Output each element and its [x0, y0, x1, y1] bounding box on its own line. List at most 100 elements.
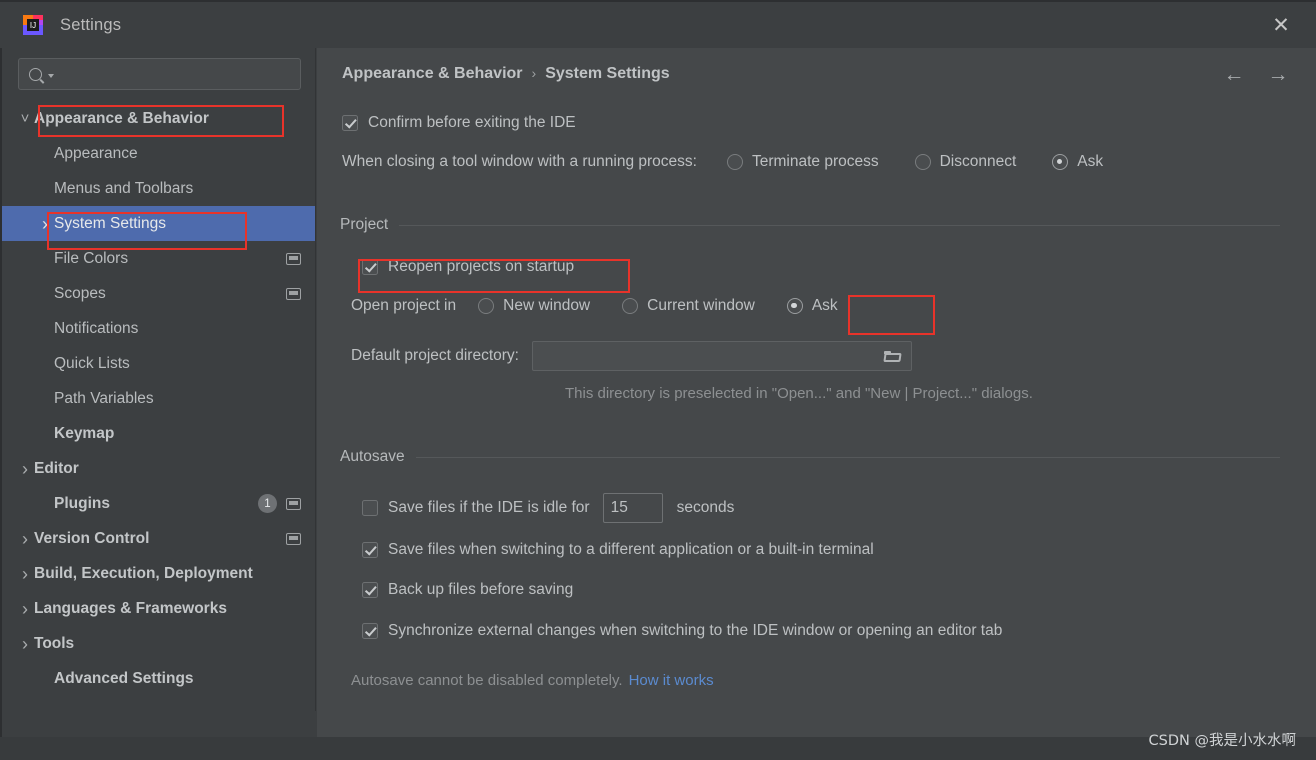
autosave-option-checkbox[interactable]: [362, 582, 378, 598]
sidebar-item-keymap[interactable]: Keymap: [2, 416, 315, 451]
sidebar-item-build-execution-deployment[interactable]: Build, Execution, Deployment: [2, 556, 315, 591]
chevron-down-icon[interactable]: [16, 111, 34, 126]
breadcrumb: Appearance & Behavior › System Settings: [342, 65, 670, 83]
svg-text:IJ: IJ: [30, 21, 36, 30]
sidebar-item-label: System Settings: [54, 214, 166, 232]
default-directory-hint: This directory is preselected in "Open..…: [565, 385, 1033, 402]
sidebar-item-label: Appearance & Behavior: [34, 109, 209, 127]
sidebar-item-label: Path Variables: [54, 389, 154, 407]
sidebar-item-appearance-behavior[interactable]: Appearance & Behavior: [2, 101, 315, 136]
radio-button-icon[interactable]: [478, 298, 495, 314]
chevron-right-icon[interactable]: [16, 600, 34, 618]
chevron-right-icon[interactable]: [16, 635, 34, 653]
confirm-exit-checkbox[interactable]: [342, 115, 358, 131]
search-box[interactable]: [18, 58, 301, 90]
sidebar-item-advanced-settings[interactable]: Advanced Settings: [2, 661, 315, 696]
autosave-option-row: Synchronize external changes when switch…: [362, 622, 1002, 640]
autosave-idle-checkbox[interactable]: [362, 500, 378, 516]
reopen-projects-checkbox[interactable]: [362, 259, 378, 275]
settings-sidebar: Appearance & Behavior Appearance Menus and…: [0, 48, 316, 737]
default-directory-hint-row: This directory is preselected in "Open..…: [565, 385, 1033, 402]
monitor-icon: [286, 497, 301, 510]
chevron-right-icon[interactable]: [16, 460, 34, 478]
plugin-update-badge: 1: [258, 494, 277, 513]
how-it-works-link[interactable]: How it works: [629, 672, 714, 689]
sidebar-item-languages-frameworks[interactable]: Languages & Frameworks: [2, 591, 315, 626]
autosave-option-label: Back up files before saving: [388, 581, 574, 598]
autosave-option-checkbox[interactable]: [362, 542, 378, 558]
sidebar-item-label: Appearance: [54, 144, 138, 162]
confirm-exit-label: Confirm before exiting the IDE: [368, 114, 576, 131]
search-icon[interactable]: [29, 67, 54, 81]
autosave-group-header: Autosave: [340, 448, 1280, 466]
sidebar-item-tools[interactable]: Tools: [2, 626, 315, 661]
sidebar-item-label: Version Control: [34, 529, 150, 547]
radio-ask[interactable]: Ask: [786, 297, 838, 315]
chevron-right-icon[interactable]: [16, 530, 34, 548]
radio-button-icon[interactable]: [726, 154, 743, 170]
radio-current-window[interactable]: Current window: [622, 297, 755, 315]
window-titlebar: IJ Settings ✕: [0, 0, 1316, 48]
radio-terminate-process[interactable]: Terminate process: [726, 153, 879, 171]
chevron-right-icon[interactable]: [36, 215, 54, 233]
sidebar-item-label: File Colors: [54, 249, 129, 267]
sidebar-item-version-control[interactable]: Version Control: [2, 521, 315, 556]
tool-window-radio-group: Terminate process Disconnect Ask: [726, 153, 1103, 171]
autosave-footer-text: Autosave cannot be disabled completely.: [351, 672, 623, 689]
monitor-icon: [286, 252, 301, 265]
radio-new-window[interactable]: New window: [478, 297, 590, 315]
autosave-idle-seconds-input[interactable]: [602, 493, 663, 523]
autosave-option-row: Save files when switching to a different…: [362, 541, 874, 559]
sidebar-item-scopes[interactable]: Scopes: [2, 276, 315, 311]
sidebar-item-label: Menus and Toolbars: [54, 179, 194, 197]
open-project-in-label: Open project in: [351, 297, 457, 314]
sidebar-item-notifications[interactable]: Notifications: [2, 311, 315, 346]
autosave-option-checkbox[interactable]: [362, 623, 378, 639]
radio-disconnect[interactable]: Disconnect: [914, 153, 1017, 171]
radio-button-icon[interactable]: [1052, 154, 1069, 170]
radio-button-icon[interactable]: [786, 298, 803, 314]
settings-content: Appearance & Behavior › System Settings ← …: [317, 48, 1316, 737]
breadcrumb-separator: ›: [531, 65, 537, 81]
sidebar-item-label: Plugins: [54, 494, 110, 512]
search-input[interactable]: [54, 65, 300, 83]
radio-label: New window: [503, 297, 591, 314]
bottom-strip: [0, 737, 1316, 760]
breadcrumb-root[interactable]: Appearance & Behavior: [342, 65, 523, 82]
sidebar-item-quick-lists[interactable]: Quick Lists: [2, 346, 315, 381]
chevron-right-icon[interactable]: [16, 565, 34, 583]
sidebar-item-menus-and-toolbars[interactable]: Menus and Toolbars: [2, 171, 315, 206]
autosave-option-label: Save files when switching to a different…: [388, 541, 874, 558]
breadcrumb-current: System Settings: [545, 65, 670, 82]
sidebar-item-label: Editor: [34, 459, 79, 477]
sidebar-item-path-variables[interactable]: Path Variables: [2, 381, 315, 416]
default-directory-field[interactable]: [532, 341, 912, 371]
sidebar-item-editor[interactable]: Editor: [2, 451, 315, 486]
radio-label: Ask: [811, 297, 838, 314]
close-icon[interactable]: ✕: [1268, 12, 1294, 38]
sidebar-item-label: Advanced Settings: [54, 669, 194, 687]
project-group-header: Project: [340, 216, 1280, 234]
sidebar-item-system-settings[interactable]: System Settings: [2, 206, 315, 241]
default-directory-label: Default project directory:: [351, 347, 519, 364]
tool-window-label: When closing a tool window with a runnin…: [342, 153, 697, 170]
radio-label: Disconnect: [939, 153, 1017, 170]
window-title: Settings: [60, 15, 122, 34]
sidebar-item-label: Keymap: [54, 424, 115, 442]
back-arrow-icon[interactable]: ←: [1222, 62, 1246, 86]
sidebar-item-appearance[interactable]: Appearance: [2, 136, 315, 171]
autosave-idle-unit: seconds: [676, 499, 735, 516]
radio-button-icon[interactable]: [622, 298, 639, 314]
project-group-rule: [399, 224, 1280, 226]
sidebar-item-file-colors[interactable]: File Colors: [2, 241, 315, 276]
autosave-idle-label: Save files if the IDE is idle for: [388, 499, 590, 516]
radio-label: Current window: [647, 297, 755, 314]
radio-ask[interactable]: Ask: [1052, 153, 1103, 171]
radio-button-icon[interactable]: [914, 154, 931, 170]
sidebar-item-plugins[interactable]: Plugins 1: [2, 486, 315, 521]
project-group-title: Project: [340, 216, 389, 233]
navigation-arrows: ← →: [1222, 62, 1290, 86]
settings-window: IJ Settings ✕ Appearance & BehaviorAppea…: [0, 0, 1316, 760]
forward-arrow-icon[interactable]: →: [1266, 62, 1290, 86]
folder-icon[interactable]: [884, 350, 901, 363]
